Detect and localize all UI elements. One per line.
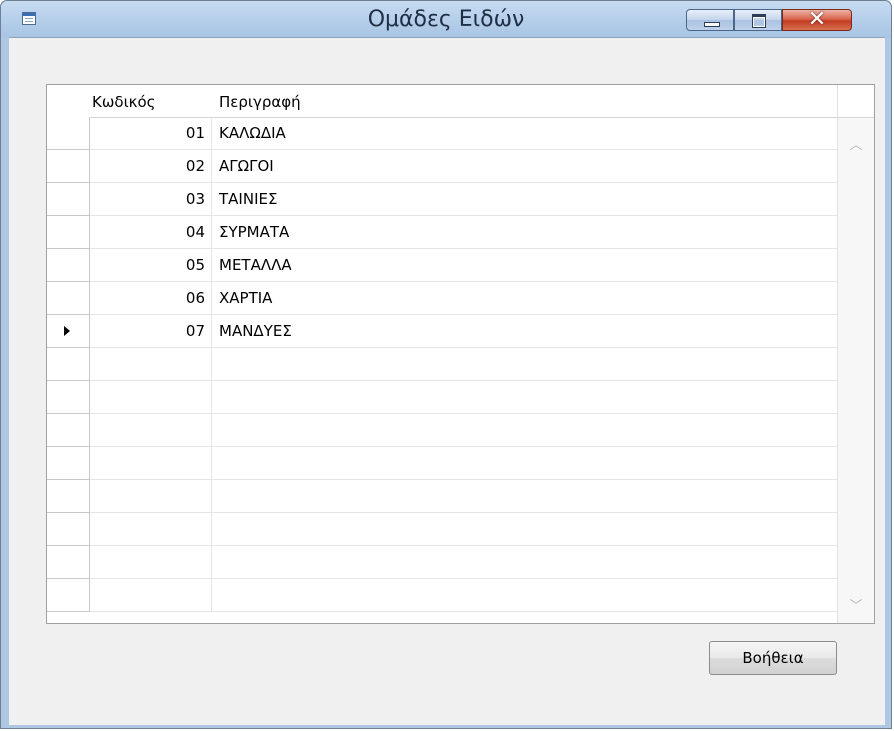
table-row[interactable]: 06 ΧΑΡΤΙΑ <box>47 282 838 315</box>
empty-row[interactable] <box>47 513 838 546</box>
row-selector[interactable] <box>47 513 90 546</box>
maximize-icon <box>752 14 766 28</box>
scroll-down-icon[interactable]: ﹀ <box>838 595 874 614</box>
row-selector[interactable] <box>47 183 90 216</box>
table-row[interactable]: 02 ΑΓΩΓΟΙ <box>47 150 838 183</box>
column-header-code[interactable]: Κωδικός <box>92 93 155 111</box>
empty-row[interactable] <box>47 414 838 447</box>
column-header-description[interactable]: Περιγραφή <box>219 93 301 111</box>
header-corner <box>838 85 874 118</box>
cell-code[interactable] <box>90 546 212 579</box>
empty-row[interactable] <box>47 348 838 381</box>
app-window: Ομάδες Ειδών ✕ Κωδικός Περιγραφή 01 ΚΑΛΩΔ… <box>0 0 892 729</box>
table-row[interactable]: 07 ΜΑΝΔΥΕΣ <box>47 315 838 348</box>
row-selector[interactable] <box>47 249 90 282</box>
table-row[interactable]: 04 ΣΥΡΜΑΤΑ <box>47 216 838 249</box>
cell-code[interactable]: 02 <box>90 150 212 183</box>
grid-header: Κωδικός Περιγραφή <box>47 85 838 118</box>
cell-description[interactable]: ΧΑΡΤΙΑ <box>219 282 272 315</box>
items-grid[interactable]: Κωδικός Περιγραφή 01 ΚΑΛΩΔΙΑ 02 ΑΓΩΓΟΙ 03 ΤΑΙ… <box>46 84 875 624</box>
cell-code[interactable] <box>90 579 212 612</box>
empty-row[interactable] <box>47 480 838 513</box>
minimize-icon <box>704 22 720 27</box>
cell-code[interactable] <box>90 513 212 546</box>
dialog-body: Κωδικός Περιγραφή 01 ΚΑΛΩΔΙΑ 02 ΑΓΩΓΟΙ 03 ΤΑΙ… <box>9 37 885 725</box>
row-selector[interactable] <box>47 150 90 183</box>
cell-code[interactable] <box>90 381 212 414</box>
empty-row[interactable] <box>47 579 838 612</box>
cell-code[interactable]: 04 <box>90 216 212 249</box>
cell-description[interactable]: ΣΥΡΜΑΤΑ <box>219 216 289 249</box>
empty-row[interactable] <box>47 381 838 414</box>
cell-code[interactable] <box>90 414 212 447</box>
row-selector[interactable] <box>47 546 90 579</box>
cell-description[interactable]: ΑΓΩΓΟΙ <box>219 150 274 183</box>
row-selector[interactable] <box>47 381 90 414</box>
table-row[interactable]: 01 ΚΑΛΩΔΙΑ <box>47 117 838 150</box>
vertical-scrollbar[interactable]: ︿ ﹀ <box>837 85 874 623</box>
help-button[interactable]: Βοήθεια <box>709 641 837 675</box>
cell-description[interactable]: ΚΑΛΩΔΙΑ <box>219 117 286 150</box>
cell-description[interactable]: ΜΕΤΑΛΛΑ <box>219 249 292 282</box>
row-selector[interactable] <box>47 282 90 315</box>
cell-code[interactable] <box>90 348 212 381</box>
cell-code[interactable]: 07 <box>90 315 212 348</box>
title-bar[interactable]: Ομάδες Ειδών ✕ <box>1 1 891 37</box>
cell-description[interactable]: ΤΑΙΝΙΕΣ <box>219 183 277 216</box>
table-row[interactable]: 03 ΤΑΙΝΙΕΣ <box>47 183 838 216</box>
row-selector[interactable] <box>47 216 90 249</box>
cell-code[interactable] <box>90 480 212 513</box>
cell-code[interactable] <box>90 447 212 480</box>
row-selector[interactable] <box>47 447 90 480</box>
current-row-icon <box>64 326 70 336</box>
cell-code[interactable]: 06 <box>90 282 212 315</box>
cell-description[interactable]: ΜΑΝΔΥΕΣ <box>219 315 292 348</box>
empty-row[interactable] <box>47 447 838 480</box>
maximize-button[interactable] <box>734 9 782 31</box>
row-selector[interactable] <box>47 414 90 447</box>
row-selector[interactable] <box>47 579 90 612</box>
cell-code[interactable]: 05 <box>90 249 212 282</box>
scroll-up-icon[interactable]: ︿ <box>838 134 874 153</box>
row-selector[interactable] <box>47 315 90 348</box>
close-button[interactable]: ✕ <box>782 7 852 32</box>
cell-code[interactable]: 03 <box>90 183 212 216</box>
table-row[interactable]: 05 ΜΕΤΑΛΛΑ <box>47 249 838 282</box>
row-selector[interactable] <box>47 348 90 381</box>
empty-row[interactable] <box>47 546 838 579</box>
close-icon: ✕ <box>807 7 827 32</box>
row-selector[interactable] <box>47 117 90 150</box>
minimize-button[interactable] <box>686 9 734 31</box>
row-selector[interactable] <box>47 480 90 513</box>
cell-code[interactable]: 01 <box>90 117 212 150</box>
